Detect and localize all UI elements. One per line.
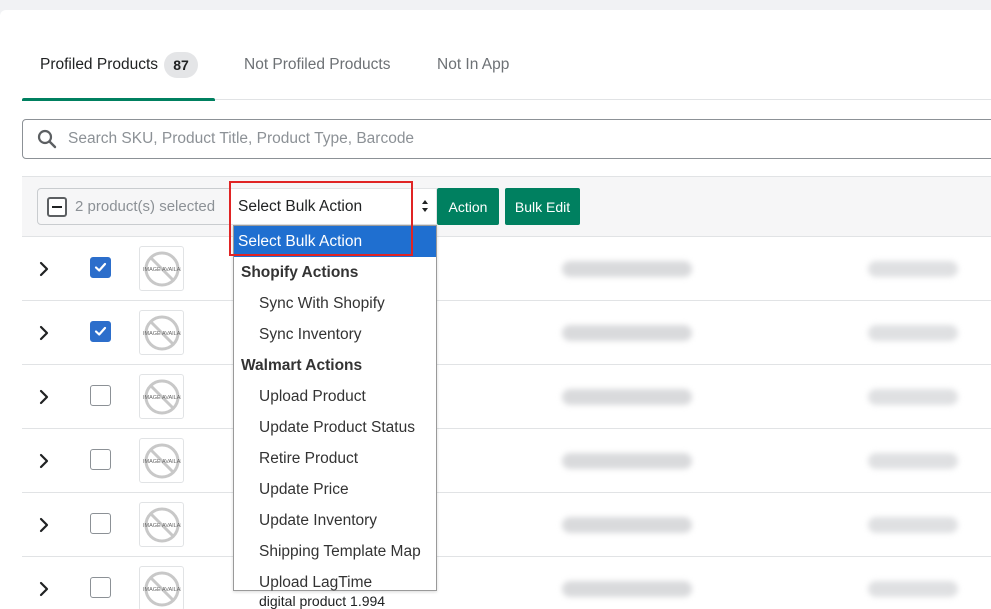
product-thumbnail: NO IMAGE AVAILABLE xyxy=(139,374,184,419)
select-value: Select Bulk Action xyxy=(238,197,363,215)
blurred-vendor xyxy=(868,517,958,533)
bulk-edit-button[interactable]: Bulk Edit xyxy=(505,188,580,225)
chevron-right-icon[interactable] xyxy=(39,517,49,533)
table-row[interactable]: NO IMAGE AVAILABLE xyxy=(22,301,991,365)
table-row[interactable]: NO IMAGE AVAILABLEdigital product 1.994 xyxy=(22,557,991,609)
row-checkbox[interactable] xyxy=(90,513,111,534)
tab-label: Not Profiled Products xyxy=(244,56,391,73)
blurred-sku xyxy=(562,261,692,277)
checkmark-icon xyxy=(94,262,107,272)
blurred-vendor xyxy=(868,325,958,341)
table-row[interactable]: NO IMAGE AVAILABLE xyxy=(22,365,991,429)
product-thumbnail: NO IMAGE AVAILABLE xyxy=(139,310,184,355)
no-image-text: NO IMAGE AVAILABLE xyxy=(143,459,181,465)
search-field[interactable] xyxy=(22,119,991,159)
option-upload-product[interactable]: Upload Product xyxy=(234,381,436,412)
option-update-price[interactable]: Update Price xyxy=(234,474,436,505)
blurred-sku xyxy=(562,389,692,405)
optgroup-walmart-actions: Walmart Actions xyxy=(241,356,363,374)
bulk-action-select[interactable]: Select Bulk Action xyxy=(229,188,437,225)
no-image-icon: NO IMAGE AVAILABLE xyxy=(143,315,181,350)
chevron-right-icon[interactable] xyxy=(39,453,49,469)
row-checkbox[interactable] xyxy=(90,257,111,278)
checkmark-icon xyxy=(94,326,107,336)
tab-bar: Profiled Products 87 Not Profiled Produc… xyxy=(22,30,991,101)
tab-not-profiled-products[interactable]: Not Profiled Products xyxy=(244,30,390,100)
product-thumbnail: NO IMAGE AVAILABLE xyxy=(139,246,184,291)
row-checkbox[interactable] xyxy=(90,577,111,598)
product-thumbnail: NO IMAGE AVAILABLE xyxy=(139,566,184,609)
chevron-right-icon[interactable] xyxy=(39,261,49,277)
blurred-vendor xyxy=(868,261,958,277)
option-update-inventory[interactable]: Update Inventory xyxy=(234,505,436,536)
option-upload-lagtime[interactable]: Upload LagTime xyxy=(234,567,436,598)
chevron-right-icon[interactable] xyxy=(39,389,49,405)
row-checkbox[interactable] xyxy=(90,385,111,406)
table-row[interactable]: NO IMAGE AVAILABLE xyxy=(22,237,991,301)
tab-label: Profiled Products xyxy=(40,56,159,73)
action-button[interactable]: Action xyxy=(437,188,499,225)
selection-indicator[interactable]: 2 product(s) selected xyxy=(37,188,234,225)
option-select-bulk-action[interactable]: Select Bulk Action xyxy=(234,226,436,257)
chevron-right-icon[interactable] xyxy=(39,325,49,341)
search-input[interactable] xyxy=(68,130,868,148)
tab-not-in-app[interactable]: Not In App xyxy=(437,30,509,100)
optgroup-shopify-actions: Shopify Actions xyxy=(241,263,359,281)
blurred-sku xyxy=(562,453,692,469)
no-image-icon: NO IMAGE AVAILABLE xyxy=(143,379,181,414)
table-row[interactable]: NO IMAGE AVAILABLE xyxy=(22,493,991,557)
option-retire-product[interactable]: Retire Product xyxy=(234,443,436,474)
deselect-checkbox[interactable] xyxy=(47,196,67,217)
option-sync-inventory[interactable]: Sync Inventory xyxy=(234,319,436,350)
option-sync-with-shopify[interactable]: Sync With Shopify xyxy=(234,288,436,319)
tab-profiled-products[interactable]: Profiled Products 87 xyxy=(22,30,215,101)
tab-label: Not In App xyxy=(437,56,510,73)
row-checkbox[interactable] xyxy=(90,321,111,342)
blurred-sku xyxy=(562,581,692,597)
no-image-text: NO IMAGE AVAILABLE xyxy=(143,395,181,401)
no-image-icon: NO IMAGE AVAILABLE xyxy=(143,251,181,286)
select-arrows-icon xyxy=(422,200,428,212)
blurred-vendor xyxy=(868,389,958,405)
blurred-sku xyxy=(562,517,692,533)
row-checkbox[interactable] xyxy=(90,449,111,470)
no-image-icon: NO IMAGE AVAILABLE xyxy=(143,507,181,542)
selected-count-text: 2 product(s) selected xyxy=(75,198,216,215)
no-image-text: NO IMAGE AVAILABLE xyxy=(143,523,181,529)
no-image-icon: NO IMAGE AVAILABLE xyxy=(143,443,181,478)
bulk-action-dropdown: Select Bulk Action Shopify Actions Sync … xyxy=(233,225,437,591)
no-image-icon: NO IMAGE AVAILABLE xyxy=(143,571,181,606)
no-image-text: NO IMAGE AVAILABLE xyxy=(143,267,181,273)
search-icon xyxy=(37,129,57,149)
no-image-text: NO IMAGE AVAILABLE xyxy=(143,331,181,337)
chevron-right-icon[interactable] xyxy=(39,581,49,597)
count-badge: 87 xyxy=(164,52,199,78)
table-row[interactable]: NO IMAGE AVAILABLE xyxy=(22,429,991,493)
bulk-action-bar: 2 product(s) selected Select Bulk Action… xyxy=(22,176,991,237)
option-update-product-status[interactable]: Update Product Status xyxy=(234,412,436,443)
product-thumbnail: NO IMAGE AVAILABLE xyxy=(139,438,184,483)
blurred-vendor xyxy=(868,453,958,469)
product-thumbnail: NO IMAGE AVAILABLE xyxy=(139,502,184,547)
blurred-vendor xyxy=(868,581,958,597)
blurred-sku xyxy=(562,325,692,341)
no-image-text: NO IMAGE AVAILABLE xyxy=(143,587,181,593)
option-shipping-template-map[interactable]: Shipping Template Map xyxy=(234,536,436,567)
